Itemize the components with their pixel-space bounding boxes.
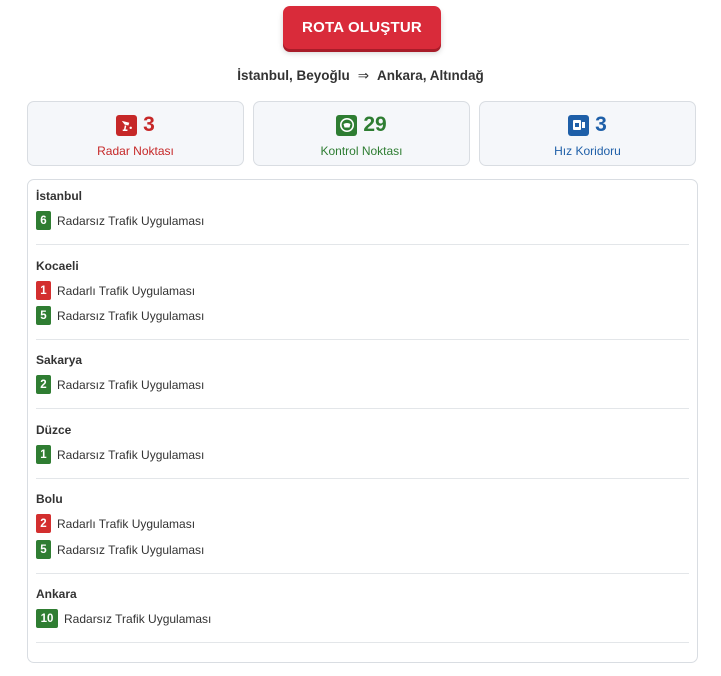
list-item: 10 Radarsız Trafik Uygulaması xyxy=(36,609,211,628)
city-section-duzce: Düzce xyxy=(36,423,689,437)
create-route-button[interactable]: ROTA OLUŞTUR xyxy=(283,6,441,49)
list-item: 6 Radarsız Trafik Uygulaması xyxy=(36,211,204,230)
list-item: 1 Radarsız Trafik Uygulaması xyxy=(36,445,204,464)
checkpoint-label: Kontrol Noktası xyxy=(320,144,403,158)
city-name: Kocaeli xyxy=(36,259,79,273)
route-arrow-icon: ⇒ xyxy=(357,68,370,83)
divider xyxy=(36,478,689,479)
item-label: Radarlı Trafik Uygulaması xyxy=(57,283,196,298)
route-destination: Ankara, Altındağ xyxy=(377,68,484,83)
divider xyxy=(36,244,689,245)
list-item: 5 Radarsız Trafik Uygulaması xyxy=(36,306,204,325)
radar-camera-icon xyxy=(116,114,138,136)
radar-label: Radar Noktası xyxy=(97,144,174,158)
list-item: 2 Radarsız Trafik Uygulaması xyxy=(36,375,204,394)
list-item: 1 Radarlı Trafik Uygulaması xyxy=(36,281,195,300)
item-label: Radarsız Trafik Uygulaması xyxy=(57,542,205,557)
city-name: Ankara xyxy=(36,587,77,601)
city-section-sakarya: Sakarya xyxy=(36,353,689,367)
city-section-ankara: Ankara xyxy=(36,587,689,601)
route-origin: İstanbul, Beyoğlu xyxy=(237,68,350,83)
divider xyxy=(36,573,689,574)
item-label: Radarsız Trafik Uygulaması xyxy=(64,611,212,626)
radar-count: 3 xyxy=(143,113,155,136)
speed-corridor-count: 3 xyxy=(595,113,607,136)
route-summary: İstanbul, Beyoğlu ⇒ Ankara, Altındağ xyxy=(0,68,721,84)
count-badge: 2 xyxy=(36,375,51,394)
item-label: Radarsız Trafik Uygulaması xyxy=(57,213,205,228)
count-badge: 6 xyxy=(36,211,51,230)
checkpoint-count: 29 xyxy=(363,113,387,136)
count-badge: 5 xyxy=(36,540,51,559)
count-badge: 5 xyxy=(36,306,51,325)
divider xyxy=(36,408,689,409)
stat-card-checkpoint: 29 Kontrol Noktası xyxy=(253,101,470,166)
city-section-bolu: Bolu xyxy=(36,492,689,506)
count-badge: 10 xyxy=(36,609,58,628)
item-label: Radarsız Trafik Uygulaması xyxy=(57,308,205,323)
count-badge: 2 xyxy=(36,514,51,533)
stat-card-speed-corridor: 3 Hız Koridoru xyxy=(479,101,696,166)
speed-corridor-icon xyxy=(568,114,590,136)
speed-corridor-label: Hız Koridoru xyxy=(554,144,621,158)
divider xyxy=(36,339,689,340)
police-checkpoint-icon xyxy=(336,114,358,136)
city-name: Sakarya xyxy=(36,353,83,367)
item-label: Radarlı Trafik Uygulaması xyxy=(57,516,196,531)
divider xyxy=(36,642,689,643)
count-badge: 1 xyxy=(36,445,51,464)
city-name: Düzce xyxy=(36,423,72,437)
item-label: Radarsız Trafik Uygulaması xyxy=(57,447,205,462)
city-name: İstanbul xyxy=(36,189,83,203)
city-name: Bolu xyxy=(36,492,63,506)
list-item: 5 Radarsız Trafik Uygulaması xyxy=(36,540,204,559)
stat-card-radar: 3 Radar Noktası xyxy=(27,101,244,166)
city-list: İstanbul 6 Radarsız Trafik Uygulaması Ko… xyxy=(27,179,698,663)
item-label: Radarsız Trafik Uygulaması xyxy=(57,377,205,392)
count-badge: 1 xyxy=(36,281,51,300)
list-item: 2 Radarlı Trafik Uygulaması xyxy=(36,514,195,533)
city-section-kocaeli: Kocaeli xyxy=(36,259,689,273)
city-section-istanbul: İstanbul xyxy=(36,189,689,203)
